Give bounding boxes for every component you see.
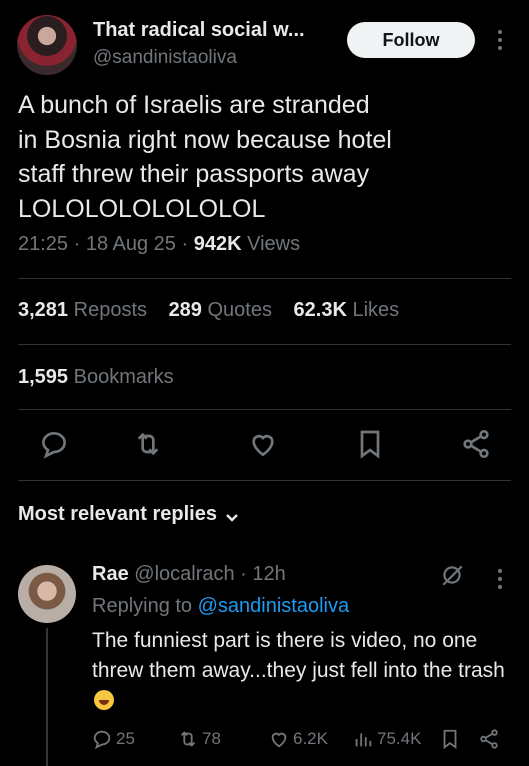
replying-to-mention[interactable]: @sandinistaoliva	[198, 595, 350, 617]
follow-button[interactable]: Follow	[347, 22, 475, 58]
reply-time[interactable]: 12h	[252, 563, 285, 585]
tweet-meta: 21:25 · 18 Aug 25 · 942K Views	[18, 233, 301, 255]
reply-text: The funniest part is there is video, no …	[92, 626, 517, 716]
replying-to: Replying to @sandinistaoliva	[92, 595, 350, 617]
tweet-header: That radical social w... @sandinistaoliv…	[0, 0, 529, 88]
chevron-down-icon	[225, 508, 239, 522]
views-count: 942K	[193, 233, 242, 255]
divider	[18, 409, 511, 410]
reply-icon[interactable]	[38, 428, 70, 460]
more-options-icon[interactable]	[490, 24, 510, 56]
reply-header: Rae @localrach · 12h	[92, 563, 286, 585]
reply-author-handle[interactable]: @localrach	[134, 563, 234, 585]
repost-icon[interactable]	[132, 428, 164, 460]
likes-stat[interactable]: 62.3K Likes	[294, 299, 400, 321]
reply-repost-button[interactable]: 78	[177, 728, 221, 750]
reposts-stat[interactable]: 3,281 Reposts	[18, 299, 147, 321]
tweet-time[interactable]: 21:25	[18, 233, 68, 255]
tweet-date[interactable]: 18 Aug 25	[86, 233, 176, 255]
reply-like-button[interactable]: 6.2K	[268, 728, 328, 750]
share-icon[interactable]	[460, 428, 492, 460]
views-label: Views	[247, 233, 301, 255]
share-icon	[480, 729, 498, 749]
tweet-actions	[0, 428, 529, 464]
reply-reply-button[interactable]: 25	[91, 728, 135, 750]
reply-avatar[interactable]	[18, 565, 76, 623]
author-avatar[interactable]	[17, 15, 77, 75]
like-icon[interactable]	[247, 428, 279, 460]
repost-icon	[180, 731, 196, 747]
reply-actions: 25 78 6.2K 75.4K	[0, 728, 529, 754]
divider	[18, 278, 511, 279]
reply-author-name[interactable]: Rae	[92, 563, 129, 585]
reply-more-options-icon[interactable]	[490, 565, 510, 593]
replies-sort-label: Most relevant replies	[18, 503, 217, 525]
engagement-stats: 3,281 Reposts 289 Quotes 62.3K Likes	[18, 299, 415, 322]
reply-bookmark-button[interactable]	[439, 728, 461, 750]
author-name[interactable]: That radical social w...	[93, 19, 305, 42]
rofl-emoji-icon	[94, 690, 114, 710]
bookmark-icon	[443, 729, 457, 750]
grok-icon[interactable]	[439, 562, 465, 588]
like-icon	[271, 732, 287, 748]
reply-share-button[interactable]	[478, 728, 500, 750]
tweet-text: A bunch of Israelis are stranded in Bosn…	[18, 91, 392, 223]
reply-views-button[interactable]: 75.4K	[352, 728, 421, 750]
views-icon	[355, 733, 372, 747]
bookmarks-stat[interactable]: 1,595 Bookmarks	[18, 366, 174, 389]
reply-icon	[93, 730, 111, 750]
author-handle[interactable]: @sandinistaoliva	[93, 47, 237, 69]
bookmark-icon[interactable]	[354, 428, 386, 460]
divider	[18, 344, 511, 345]
quotes-stat[interactable]: 289 Quotes	[169, 299, 272, 321]
replies-sort-dropdown[interactable]: Most relevant replies	[18, 503, 239, 526]
divider	[18, 480, 511, 481]
